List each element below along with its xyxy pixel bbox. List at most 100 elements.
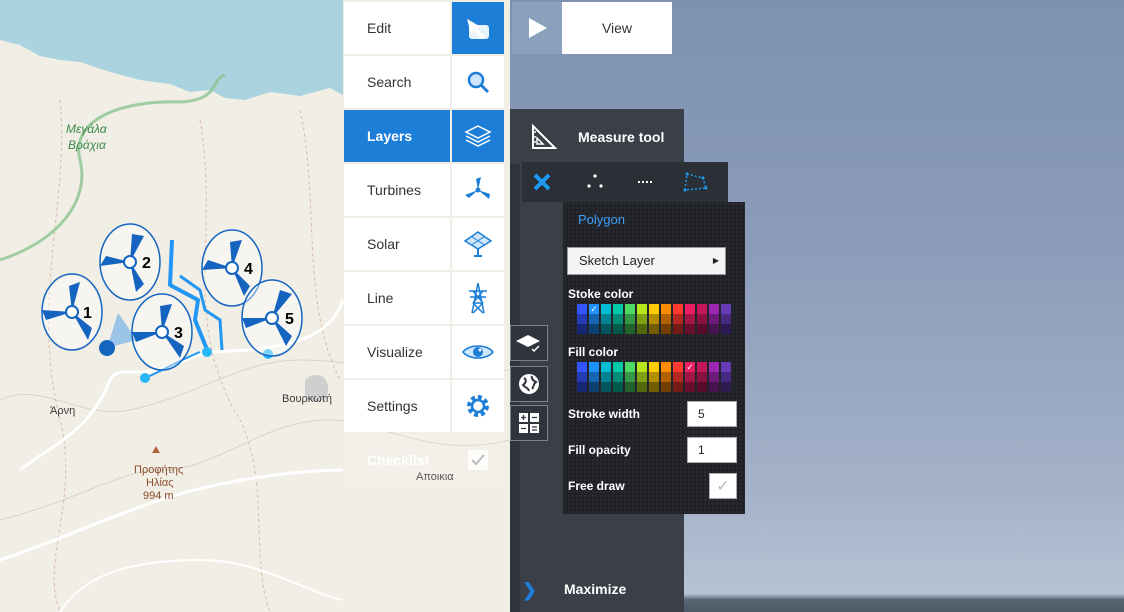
stroke-color-swatch[interactable] <box>577 304 587 334</box>
fill-color-label: Fill color <box>568 345 619 359</box>
stroke-width-input[interactable] <box>687 401 737 427</box>
fill-color-swatch[interactable] <box>709 362 719 392</box>
maximize-button[interactable]: Maximize <box>564 581 626 597</box>
polygon-icon[interactable] <box>675 162 715 202</box>
menu-label-search[interactable]: Search <box>344 56 450 108</box>
turbine-number-1: 1 <box>83 305 92 322</box>
fill-color-swatch[interactable] <box>673 362 683 392</box>
stroke-color-swatch[interactable] <box>685 304 695 334</box>
menu-item-visualize[interactable]: Visualize <box>343 325 505 379</box>
measure-tool-label: Measure tool <box>578 129 665 145</box>
map-label-megala: Μεγάλα <box>66 122 107 136</box>
map-label-ilias: Ηλίας <box>146 477 174 489</box>
map-label-vrachia: Βράχια <box>68 138 106 152</box>
menu-item-settings[interactable]: Settings <box>343 379 505 433</box>
stroke-color-swatch[interactable] <box>625 304 635 334</box>
line-icon[interactable] <box>625 162 665 202</box>
fill-color-swatch[interactable] <box>577 362 587 392</box>
menu-label-settings[interactable]: Settings <box>344 380 450 432</box>
fill-color-palette[interactable]: ✓ <box>577 362 737 392</box>
turbine-number-2: 2 <box>142 255 151 272</box>
menu-item-checklist[interactable]: Checklist <box>343 433 505 487</box>
stroke-color-swatch[interactable] <box>673 304 683 334</box>
map-label-profitis: Προφήτης <box>134 464 184 476</box>
close-icon[interactable] <box>522 162 562 202</box>
menu-label-turbines[interactable]: Turbines <box>344 164 450 216</box>
chevron-right-icon[interactable]: ❯ <box>522 580 537 601</box>
fill-color-swatch[interactable] <box>661 362 671 392</box>
fill-opacity-input[interactable] <box>687 437 737 463</box>
stroke-color-swatch[interactable] <box>721 304 731 334</box>
eye-icon[interactable] <box>452 326 504 378</box>
map-label-elevation: 994 m <box>143 490 174 502</box>
turbine-number-5: 5 <box>285 311 294 328</box>
measure-toolbar <box>522 162 728 202</box>
turbine-marker-3[interactable] <box>131 293 193 371</box>
fill-color-swatch[interactable] <box>649 362 659 392</box>
fill-color-swatch[interactable] <box>721 362 731 392</box>
stroke-color-swatch[interactable] <box>637 304 647 334</box>
search-icon[interactable] <box>452 56 504 108</box>
fill-color-swatch[interactable] <box>589 362 599 392</box>
menu-label-solar[interactable]: Solar <box>344 218 450 270</box>
turbine-number-3: 3 <box>174 325 183 342</box>
power-tower-icon[interactable] <box>452 272 504 324</box>
stroke-color-swatch[interactable] <box>601 304 611 334</box>
menu-label-layers[interactable]: Layers <box>344 110 450 162</box>
fill-opacity-label: Fill opacity <box>568 443 631 457</box>
menu-label-checklist[interactable]: Checklist <box>344 434 450 486</box>
stroke-color-swatch[interactable] <box>613 304 623 334</box>
view-button[interactable]: View <box>562 2 672 54</box>
globe-icon[interactable] <box>510 366 548 402</box>
menu-item-line[interactable]: Line <box>343 271 505 325</box>
ruler-triangle-icon[interactable] <box>530 123 558 156</box>
sketch-layer-select-value: Sketch Layer <box>579 253 655 268</box>
stroke-color-swatch[interactable]: ✓ <box>589 304 599 334</box>
turbine-number-4: 4 <box>244 261 253 278</box>
fill-color-swatch[interactable] <box>625 362 635 392</box>
fill-color-swatch[interactable] <box>601 362 611 392</box>
menu-label-edit[interactable]: Edit <box>344 2 450 54</box>
map-label-arni: Άρνη <box>50 405 76 417</box>
stroke-color-label: Stoke color <box>568 287 634 301</box>
calculator-icon[interactable] <box>510 405 548 441</box>
fill-color-swatch[interactable] <box>697 362 707 392</box>
fill-color-swatch[interactable] <box>637 362 647 392</box>
menu-item-turbines[interactable]: Turbines <box>343 163 505 217</box>
menu-item-search[interactable]: Search <box>343 55 505 109</box>
points-icon[interactable] <box>575 162 615 202</box>
play-icon[interactable] <box>512 2 562 54</box>
stroke-color-swatch[interactable] <box>709 304 719 334</box>
view-control[interactable]: View <box>511 0 673 55</box>
stroke-color-swatch[interactable] <box>649 304 659 334</box>
layer-check-icon[interactable] <box>510 325 548 361</box>
menu-item-edit[interactable]: Edit <box>343 1 505 55</box>
stroke-color-swatch[interactable] <box>661 304 671 334</box>
stroke-color-palette[interactable]: ✓ <box>577 304 737 334</box>
fill-color-swatch[interactable]: ✓ <box>685 362 695 392</box>
turbine-marker-2[interactable] <box>99 223 161 301</box>
free-draw-checkbox[interactable]: ✓ <box>709 473 737 499</box>
stroke-width-label: Stroke width <box>568 407 641 421</box>
solar-panel-icon[interactable] <box>452 218 504 270</box>
free-draw-label: Free draw <box>568 479 625 493</box>
check-icon: ✓ <box>590 304 598 314</box>
gear-icon[interactable] <box>452 380 504 432</box>
menu-item-layers[interactable]: Layers <box>343 109 505 163</box>
polygon-panel-title: Polygon <box>578 212 625 227</box>
layers-icon[interactable] <box>452 110 504 162</box>
menu-item-solar[interactable]: Solar <box>343 217 505 271</box>
checkbox-icon[interactable] <box>452 434 504 486</box>
turbine-marker-1[interactable] <box>41 273 103 351</box>
sketch-layer-select[interactable]: Sketch Layer ▶ <box>567 247 726 275</box>
fill-color-swatch[interactable] <box>613 362 623 392</box>
check-icon: ✓ <box>686 362 694 372</box>
turbine-icon[interactable] <box>452 164 504 216</box>
triangle-right-icon: ▶ <box>712 256 719 265</box>
hand-pointer-icon[interactable] <box>452 2 504 54</box>
map-label-vourkoti: Βουρκωτή <box>282 393 332 405</box>
stroke-color-swatch[interactable] <box>697 304 707 334</box>
menu-label-visualize[interactable]: Visualize <box>344 326 450 378</box>
peak-marker <box>152 446 160 453</box>
menu-label-line[interactable]: Line <box>344 272 450 324</box>
